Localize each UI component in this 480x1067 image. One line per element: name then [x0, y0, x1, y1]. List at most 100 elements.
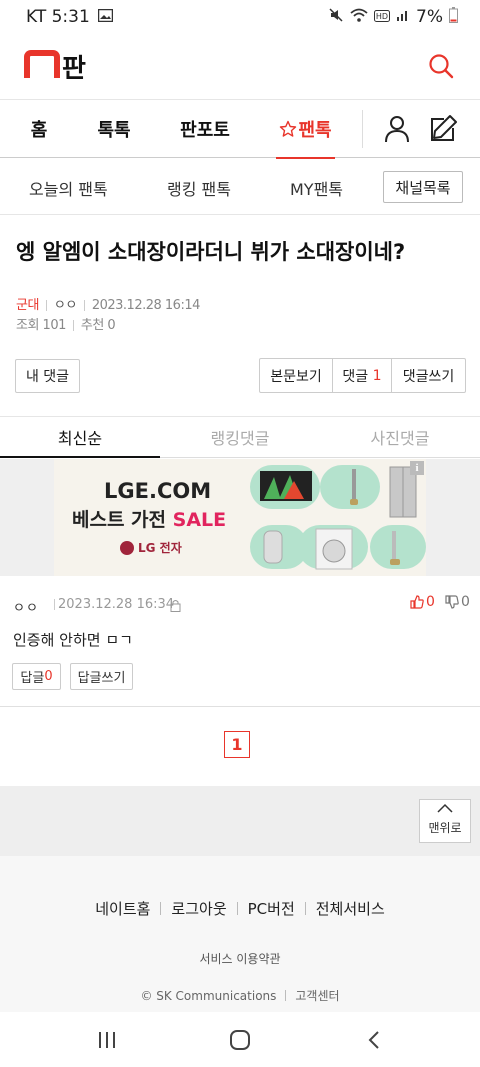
search-icon [429, 53, 454, 78]
nav-divider [362, 110, 363, 148]
footer-link-nate-home[interactable]: 네이트홈 [95, 898, 150, 919]
comment-tabs: 최신순 랭킹댓글 사진댓글 [0, 417, 480, 458]
lg-logo-icon [120, 540, 134, 555]
comments-label: 댓글 [342, 368, 369, 385]
comment-text: 인증해 안하면 ㅁㄱ [13, 631, 133, 649]
scroll-top-label: 맨위로 [428, 821, 462, 835]
footer-divider [160, 902, 162, 915]
lg-logo: LG 전자 [120, 539, 182, 556]
write-reply-button[interactable]: 답글쓰기 [70, 663, 133, 690]
page-number-current[interactable]: 1 [224, 731, 250, 758]
logo[interactable]: 판 [24, 48, 86, 85]
post-stats: 조회 101 추천 0 [16, 314, 116, 333]
reply-button[interactable]: 답글 0 [12, 663, 61, 690]
dislike-button[interactable]: 0 [445, 594, 470, 610]
footer-divider [285, 990, 287, 1001]
tab-photo-comments[interactable]: 사진댓글 [320, 417, 480, 457]
scroll-top-button[interactable]: 맨위로 [419, 799, 471, 843]
back-button[interactable] [367, 1030, 381, 1054]
sub-nav: 오늘의 팬톡 랭킹 팬톡 MY팬톡 채널목록 [0, 158, 480, 215]
carrier-time: KT 5:31 [26, 7, 90, 27]
svg-text:HD: HD [376, 12, 388, 21]
footer-link-pc-version[interactable]: PC버전 [248, 898, 295, 919]
reply-label: 답글 [20, 671, 45, 686]
tab-label: 팬톡 [298, 119, 332, 141]
battery-percent: 7% [416, 7, 443, 27]
ad-info-icon[interactable]: i [410, 461, 424, 475]
my-comments-button[interactable]: 내 댓글 [15, 359, 80, 393]
meta-divider [83, 300, 85, 311]
post-title: 엥 알엠이 소대장이라더니 뷔가 소대장이네? [16, 240, 406, 264]
channel-list-button[interactable]: 채널목록 [383, 171, 463, 203]
ad-area: LGE.COM 베스트 가전 SALE LG 전자 i [0, 459, 480, 576]
thumbs-down-icon [445, 595, 459, 609]
search-button[interactable] [428, 53, 456, 81]
subnav-today-fantok[interactable]: 오늘의 팬톡 [29, 176, 108, 200]
meta-divider [54, 599, 55, 610]
ad-sale-text: SALE [172, 509, 227, 531]
main-nav: 홈 톡톡 판포토 팬톡 [0, 100, 480, 159]
ad-title-2: 베스트 가전 SALE [72, 505, 226, 532]
view-body-button[interactable]: 본문보기 [260, 359, 333, 392]
write-button[interactable] [430, 114, 458, 146]
support-link[interactable]: 고객센터 [295, 987, 339, 1004]
lg-brand-text: LG 전자 [138, 541, 182, 555]
subnav-my-fantok[interactable]: MY팬톡 [290, 176, 343, 200]
post-category[interactable]: 군대 [16, 298, 39, 313]
person-icon [385, 116, 409, 143]
chevron-up-icon [437, 803, 453, 813]
gray-band [0, 786, 480, 856]
thumbs-up-icon [410, 595, 424, 609]
post-recommends: 추천 0 [80, 318, 116, 333]
status-right: HD 7% [328, 6, 458, 28]
profile-button[interactable] [384, 115, 410, 147]
write-comment-button[interactable]: 댓글쓰기 [392, 359, 465, 392]
tab-fantok[interactable]: 팬톡 [276, 100, 335, 159]
status-left: KT 5:31 [26, 7, 114, 27]
edit-icon [431, 115, 457, 141]
footer-divider [304, 902, 306, 915]
status-bar: KT 5:31 HD 7% [0, 0, 480, 34]
nate-logo-icon [24, 49, 60, 78]
post-meta: 군대 ㅇㅇ 2023.12.28 16:14 [16, 294, 200, 313]
post-author: ㅇㅇ [53, 298, 77, 313]
tab-ranking-comments[interactable]: 랭킹댓글 [160, 417, 320, 457]
comment-item: ㅇㅇ 2023.12.28 16:34 0 0 인증해 안하면 ㅁㄱ 답글 0 답… [0, 577, 480, 707]
battery-icon [449, 6, 458, 28]
meta-divider [45, 300, 47, 311]
tab-panphoto[interactable]: 판포토 [179, 100, 231, 158]
subnav-ranking-fantok[interactable]: 랭킹 팬톡 [167, 176, 231, 200]
footer-divider [236, 902, 238, 915]
tab-latest[interactable]: 최신순 [0, 417, 160, 458]
tab-label: 판포토 [180, 119, 230, 141]
recent-apps-button[interactable] [97, 1031, 117, 1053]
footer-link-all-services[interactable]: 전체서비스 [316, 898, 385, 919]
home-button[interactable] [229, 1030, 251, 1054]
tab-home[interactable]: 홈 [28, 100, 50, 158]
footer-links: 네이트홈 로그아웃 PC버전 전체서비스 [0, 898, 480, 919]
reply-count: 0 [44, 669, 53, 684]
comments-button[interactable]: 댓글 1 [333, 359, 392, 392]
meta-divider [72, 320, 74, 331]
footer-link-logout[interactable]: 로그아웃 [171, 898, 226, 919]
ad-banner[interactable]: LGE.COM 베스트 가전 SALE LG 전자 [54, 459, 426, 576]
home-icon [230, 1030, 250, 1050]
footer-terms-link[interactable]: 서비스 이용약관 [0, 950, 480, 967]
copyright-text: © SK Communications [140, 988, 277, 1003]
lock-icon[interactable] [170, 597, 181, 612]
comments-count: 1 [372, 367, 382, 384]
footer-copyright: © SK Communications 고객센터 [0, 987, 480, 1004]
tab-toktok[interactable]: 톡톡 [96, 100, 132, 158]
logo-text: 판 [62, 54, 86, 84]
recent-apps-icon [99, 1032, 115, 1048]
ad-title-2-text: 베스트 가전 [72, 509, 167, 531]
mute-icon [328, 7, 344, 28]
gallery-icon [97, 7, 114, 27]
like-button[interactable]: 0 [410, 594, 435, 610]
post-action-group: 본문보기 댓글 1 댓글쓰기 [259, 358, 466, 393]
system-nav-bar [0, 1012, 480, 1067]
post-views: 조회 101 [16, 318, 66, 333]
post-datetime: 2023.12.28 16:14 [91, 298, 201, 313]
app-header: 판 [0, 34, 480, 100]
tab-label: 홈 [30, 119, 48, 141]
